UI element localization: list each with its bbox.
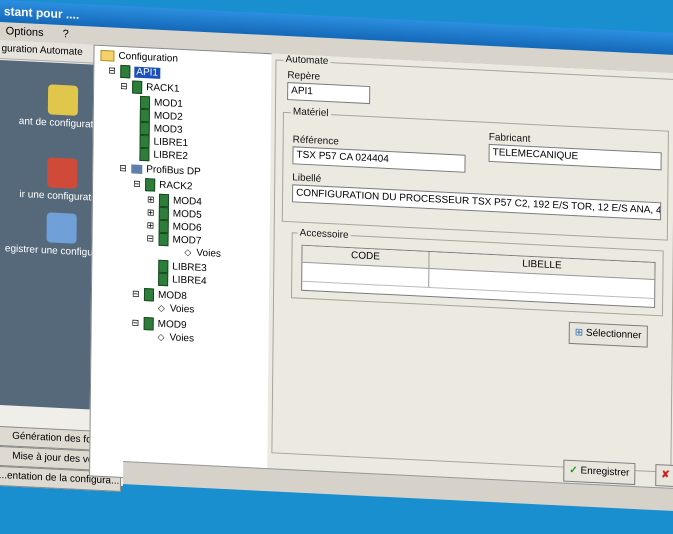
materiel-group-title: Matériel [290,106,331,120]
module-icon [143,317,154,331]
window-title: stant pour .... [3,4,80,22]
tree-node-rack1[interactable]: ⊟ RACK1 [120,80,180,96]
menu-options[interactable]: Options [6,25,44,39]
reference-label: Référence [292,134,339,148]
hand-icon [47,84,79,116]
module-icon [143,288,155,302]
tree-node-libre4[interactable]: LIBRE4 [158,272,207,288]
rack-icon [132,80,143,94]
channel-icon: ◇ [184,247,192,258]
module-icon [158,206,169,221]
module-icon [158,232,169,247]
channel-icon: ◇ [157,331,165,343]
package-icon [47,157,78,189]
repere-label: Repère [287,70,321,83]
tree-node-voies2[interactable]: ◇ Voies [158,303,195,316]
select-icon: ⊞ [574,327,584,339]
expand-icon: ⊞ [146,194,155,205]
module-icon [139,95,151,110]
tree-root[interactable]: Configuration [100,49,178,65]
module-icon [158,272,169,287]
tree-node-profibus[interactable]: ⊟ ProfiBus DP [119,163,201,178]
channel-icon: ◇ [157,302,165,314]
tree-node-mod7[interactable]: ⊟ MOD7 [146,232,202,248]
expand-icon: ⊞ [146,207,155,218]
libelle-label: Libellé [292,172,322,185]
select-button[interactable]: ⊞ Sélectionner [568,321,648,348]
tree-node-mod8[interactable]: ⊟ MOD8 [132,287,187,303]
module-icon [139,134,150,149]
expand-icon: ⊞ [146,220,155,231]
collapse-icon: ⊟ [133,178,141,189]
edit-doc-icon [46,212,77,244]
tree-node-voies3[interactable]: ◇ Voies [157,332,194,345]
fabricant-label: Fabricant [488,131,531,145]
collapse-icon: ⊟ [108,65,116,76]
collapse-icon: ⊟ [146,233,155,244]
configuration-tree[interactable]: Configuration ⊟ API1 ⊟ RACK1 MOD1 MOD2 M… [89,44,274,486]
tree-node-libre2[interactable]: LIBRE2 [139,147,188,163]
plc-icon [120,64,131,79]
properties-panel: Automate Repère API1 Matériel Référence … [267,53,673,494]
automate-group-title: Automate [283,53,331,68]
tree-node-api[interactable]: ⊟ API1 [108,64,161,80]
cancel-button[interactable]: ✘ [655,464,673,488]
tree-node-voies1[interactable]: ◇ Voies [184,247,221,260]
network-icon [131,164,143,174]
module-icon [139,147,150,162]
tree-node-mod9[interactable]: ⊟ MOD9 [132,316,187,332]
rack-icon [145,178,156,192]
collapse-icon: ⊟ [120,80,128,92]
collapse-icon: ⊟ [131,317,140,328]
folder-icon [100,49,115,62]
collapse-icon: ⊟ [131,288,140,299]
menu-help[interactable]: ? [63,28,69,40]
module-icon [158,259,169,274]
module-icon [139,121,150,136]
module-icon [158,219,169,234]
checkmark-icon: ✓ [569,464,578,477]
collapse-icon: ⊟ [119,162,127,174]
module-icon [139,108,150,123]
close-icon: ✘ [661,469,670,481]
tree-node-rack2[interactable]: ⊟ RACK2 [133,178,193,194]
module-icon [158,193,170,208]
materiel-group [281,111,669,241]
save-button[interactable]: ✓ Enregistrer [563,459,636,486]
